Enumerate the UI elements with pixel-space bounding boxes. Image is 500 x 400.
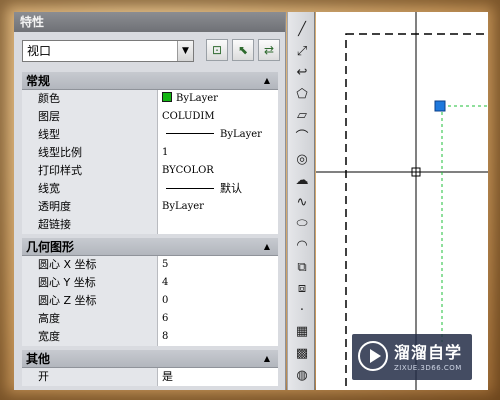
section-geometry-title: 几何图形 bbox=[26, 240, 75, 254]
prop-value-text: ByLayer bbox=[176, 93, 218, 104]
object-type-select[interactable]: 视口 ▼ bbox=[22, 40, 194, 62]
prop-label: 线宽 bbox=[22, 180, 158, 198]
prop-label: 圆心 Z 坐标 bbox=[22, 292, 158, 310]
prop-value[interactable]: ByLayer bbox=[158, 126, 278, 144]
ellipse-icon[interactable]: ⬭ bbox=[292, 214, 312, 234]
prop-label: 线型比例 bbox=[22, 144, 158, 162]
color-swatch-icon bbox=[162, 92, 172, 102]
point-icon[interactable]: · bbox=[292, 301, 312, 321]
prop-label: 宽度 bbox=[22, 328, 158, 346]
hatch-icon[interactable]: ▦ bbox=[292, 322, 312, 342]
palette-title[interactable]: 特性 bbox=[14, 12, 285, 32]
properties-palette: 特性 视口 ▼ ⊡ ⬉ ⇄ 常规 ▲ 颜色 ByLayer 图层 COLUDIM… bbox=[14, 12, 286, 390]
prop-label: 圆心 X 坐标 bbox=[22, 256, 158, 274]
prop-label: 图层 bbox=[22, 108, 158, 126]
select-objects-icon[interactable]: ⬉ bbox=[232, 39, 254, 61]
section-general[interactable]: 常规 ▲ bbox=[22, 72, 278, 90]
prop-row-center-z[interactable]: 圆心 Z 坐标 0 bbox=[22, 292, 278, 310]
palette-toolbar: 视口 ▼ ⊡ ⬉ ⇄ bbox=[22, 36, 280, 66]
insert-block-icon[interactable]: ⧉ bbox=[292, 258, 312, 278]
collapse-icon[interactable]: ▲ bbox=[264, 72, 270, 90]
prop-row-on[interactable]: 开 是 bbox=[22, 368, 278, 386]
prop-row-linetype[interactable]: 线型 ByLayer bbox=[22, 126, 278, 144]
prop-value[interactable]: 0 bbox=[158, 292, 278, 310]
grip-handle[interactable] bbox=[434, 100, 446, 112]
prop-value[interactable]: ByLayer bbox=[158, 198, 278, 216]
object-type-value: 视口 bbox=[27, 44, 52, 58]
play-logo-icon bbox=[358, 341, 388, 371]
chevron-down-icon[interactable]: ▼ bbox=[177, 41, 193, 61]
prop-value[interactable]: 6 bbox=[158, 310, 278, 328]
prop-label: 超链接 bbox=[22, 216, 158, 234]
prop-label: 开 bbox=[22, 368, 158, 386]
prop-row-linetype-scale[interactable]: 线型比例 1 bbox=[22, 144, 278, 162]
prop-value-text: ByLayer bbox=[220, 129, 262, 140]
prop-row-plot-style[interactable]: 打印样式 BYCOLOR bbox=[22, 162, 278, 180]
section-general-title: 常规 bbox=[26, 74, 51, 88]
arc-icon[interactable]: ⌒ bbox=[292, 128, 312, 148]
gradient-icon[interactable]: ▩ bbox=[292, 344, 312, 364]
prop-value[interactable]: 默认 bbox=[158, 180, 278, 198]
prop-row-lineweight[interactable]: 线宽 默认 bbox=[22, 180, 278, 198]
draw-toolbar: ╱ ⤢ ↩ ⬠ ▱ ⌒ ◎ ☁ ∿ ⬭ ◠ ⧉ ⧈ · ▦ ▩ ◍ bbox=[287, 12, 315, 390]
watermark: 溜溜自学 ZIXUE.3D66.COM bbox=[352, 334, 472, 380]
prop-value[interactable]: 8 bbox=[158, 328, 278, 346]
prop-row-layer[interactable]: 图层 COLUDIM bbox=[22, 108, 278, 126]
toggle-pickadd-icon[interactable]: ⇄ bbox=[258, 39, 280, 61]
construction-line-icon[interactable]: ⤢ bbox=[292, 42, 312, 62]
quick-select-icon[interactable]: ⊡ bbox=[206, 39, 228, 61]
prop-label: 打印样式 bbox=[22, 162, 158, 180]
prop-label: 圆心 Y 坐标 bbox=[22, 274, 158, 292]
prop-label: 高度 bbox=[22, 310, 158, 328]
prop-row-color[interactable]: 颜色 ByLayer bbox=[22, 90, 278, 108]
linetype-sample-icon bbox=[166, 133, 214, 134]
prop-value[interactable]: ByLayer bbox=[158, 90, 278, 108]
section-misc[interactable]: 其他 ▲ bbox=[22, 350, 278, 368]
polygon-icon[interactable]: ⬠ bbox=[292, 85, 312, 105]
prop-row-center-x[interactable]: 圆心 X 坐标 5 bbox=[22, 256, 278, 274]
prop-value[interactable]: COLUDIM bbox=[158, 108, 278, 126]
prop-row-transparency[interactable]: 透明度 ByLayer bbox=[22, 198, 278, 216]
lineweight-sample-icon bbox=[166, 188, 214, 189]
watermark-title: 溜溜自学 bbox=[394, 343, 463, 362]
watermark-subtitle: ZIXUE.3D66.COM bbox=[394, 364, 462, 372]
collapse-icon[interactable]: ▲ bbox=[264, 238, 270, 256]
prop-label: 线型 bbox=[22, 126, 158, 144]
prop-value[interactable]: 5 bbox=[158, 256, 278, 274]
prop-value[interactable] bbox=[158, 216, 278, 234]
revision-cloud-icon[interactable]: ☁ bbox=[292, 171, 312, 191]
prop-value[interactable]: 4 bbox=[158, 274, 278, 292]
prop-label: 透明度 bbox=[22, 198, 158, 216]
line-icon[interactable]: ╱ bbox=[292, 20, 312, 40]
section-misc-title: 其他 bbox=[26, 352, 51, 366]
circle-icon[interactable]: ◎ bbox=[292, 150, 312, 170]
region-icon[interactable]: ◍ bbox=[292, 366, 312, 386]
prop-value[interactable]: 是 bbox=[158, 368, 278, 386]
ellipse-arc-icon[interactable]: ◠ bbox=[292, 236, 312, 256]
prop-row-hyperlink[interactable]: 超链接 bbox=[22, 216, 278, 234]
prop-label: 颜色 bbox=[22, 90, 158, 108]
make-block-icon[interactable]: ⧈ bbox=[292, 279, 312, 299]
spline-icon[interactable]: ∿ bbox=[292, 193, 312, 213]
prop-row-width[interactable]: 宽度 8 bbox=[22, 328, 278, 346]
prop-value[interactable]: BYCOLOR bbox=[158, 162, 278, 180]
prop-row-height[interactable]: 高度 6 bbox=[22, 310, 278, 328]
prop-row-center-y[interactable]: 圆心 Y 坐标 4 bbox=[22, 274, 278, 292]
section-geometry[interactable]: 几何图形 ▲ bbox=[22, 238, 278, 256]
polyline-icon[interactable]: ↩ bbox=[292, 63, 312, 83]
prop-value-text: 默认 bbox=[220, 182, 242, 195]
rectangle-icon[interactable]: ▱ bbox=[292, 106, 312, 126]
prop-value[interactable]: 1 bbox=[158, 144, 278, 162]
collapse-icon[interactable]: ▲ bbox=[264, 350, 270, 368]
